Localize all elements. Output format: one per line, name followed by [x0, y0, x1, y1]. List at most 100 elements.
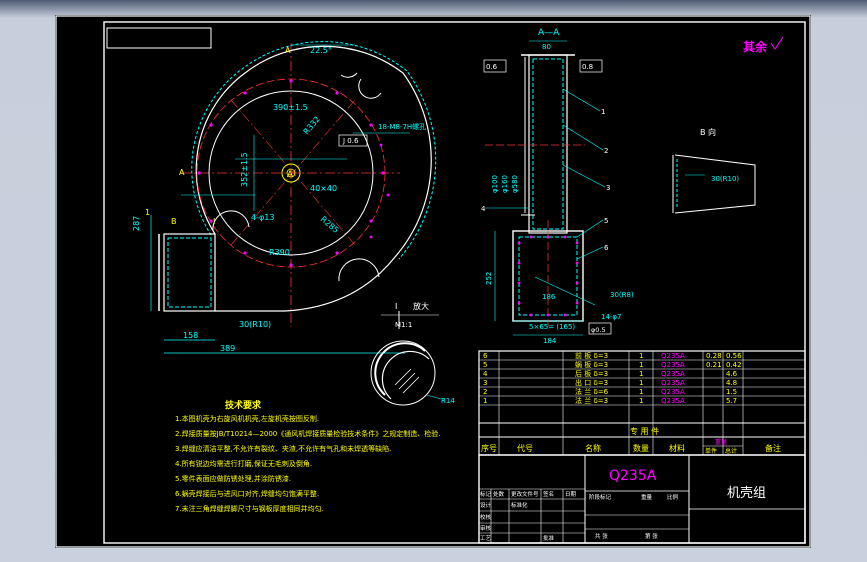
bom-header-unit: 单件 [705, 447, 717, 455]
bom-row-5-unit: 0.21 [706, 361, 722, 369]
bom-row-3-mat: Q235A [661, 379, 685, 387]
dim-352: 352±1.5 [240, 152, 249, 187]
bom-rows: 6 前 板 δ=3 1 Q235A 0.28 0.56 5 蜗 板 δ=3 1 … [481, 351, 781, 455]
tb-label-date: 日期 [565, 491, 577, 498]
bom-row-3-name: 出 口 δ=3 [575, 378, 608, 387]
bom-header-material: 材料 [669, 443, 685, 453]
bom-row-6-unit: 0.28 [706, 352, 722, 360]
tech-req-6: 6.蜗壳焊接后与进风口对齐,焊缝均匀饱满平整. [175, 489, 319, 498]
drawing-sheet: A 22.5° 390±1.5 R332 352±1.5 40×40 4-φ13… [55, 15, 811, 548]
dim-14-phi7: 14-φ7 [601, 313, 622, 321]
bom-row-1-mat: Q235A [661, 397, 685, 405]
tolerance-box-j: J 0.6 [342, 137, 359, 145]
tech-req-title: 技术要求 [225, 399, 262, 411]
tb-label-sign: 签名 [543, 490, 554, 498]
bom-row-5-mat: Q235A [661, 361, 685, 369]
tb-label-change: 更改文件号 [511, 490, 539, 498]
label-a-top: A [285, 46, 291, 55]
label-a-center: A [287, 170, 294, 180]
tech-req-5: 5.零件表面应做防锈处理,并涂防锈漆. [175, 474, 291, 483]
title-part-name: 机壳组 [727, 486, 766, 501]
bom-row-5-qty: 1 [639, 361, 643, 369]
tb-label-total-sheets: 共 张 [595, 532, 608, 540]
bom-row-4-no: 4 [483, 370, 488, 378]
dim-18-m8: 18-M8-7H螺孔 [378, 122, 426, 131]
bom-header-total: 总计 [725, 447, 737, 455]
dim-30-r8: 30(R8) [610, 291, 634, 299]
bom-header-remark: 备注 [765, 443, 781, 453]
tech-req-7: 7.未注三角焊缝焊脚尺寸与钢板厚度相同并均匀. [175, 504, 324, 513]
detail-ratio: M1:1 [395, 321, 412, 329]
detail-r14: R14 [441, 397, 455, 405]
tb-label-stage: 阶段标记 [589, 493, 612, 501]
bom-row-1-no: 1 [483, 397, 487, 405]
dim-252: 252 [485, 272, 493, 285]
dim-186: 186 [542, 293, 556, 301]
dim-5x65: 5×65= (165) [529, 323, 575, 331]
tb-label-mark: 标记 [480, 490, 492, 498]
bom-row-3-qty: 1 [639, 379, 643, 387]
bom-header-weight: 重量 [715, 438, 727, 446]
tb-label-count: 处数 [493, 490, 505, 498]
tb-label-std: 标准化 [511, 501, 528, 509]
dim-389: 389 [220, 344, 235, 353]
label-a-left: A [179, 168, 185, 177]
tb-label-process: 工艺 [480, 535, 492, 542]
balloon-6: 6 [604, 244, 609, 252]
tech-req-4: 4.所有锐边均需进行打磨,保证无毛刺及倒角. [175, 459, 312, 468]
bom-row-2-no: 2 [483, 388, 487, 396]
tb-label-sheet-no: 第 张 [645, 532, 658, 540]
bom-header-code: 代号 [517, 443, 533, 453]
view-b [672, 154, 756, 214]
tech-req-3: 3.焊缝应清洁平整,不允许有裂纹、夹渣,不允许有气孔和未焊透等缺陷. [175, 444, 391, 453]
bom-row-6-no: 6 [483, 352, 488, 360]
dim-phi580: φ580 [511, 175, 519, 193]
dim-r390: R390 [269, 248, 290, 257]
dim-40x40: 40×40 [310, 184, 337, 193]
tb-label-design: 设计 [480, 501, 492, 509]
tb-label-review: 审核 [480, 524, 492, 532]
label-1-main: 1 [145, 208, 150, 217]
label-i-main: I [213, 217, 215, 226]
bom-row-1-qty: 1 [639, 397, 643, 405]
bom-header-no: 序号 [481, 443, 497, 453]
balloon-3: 3 [606, 184, 610, 192]
bom-row-2-total: 1.5 [726, 388, 737, 396]
finish-mark: 其余 [743, 39, 768, 54]
dim-phi160: φ160 [501, 175, 509, 193]
dim-bolt-circle: 390±1.5 [273, 103, 308, 112]
bom-row-1-name: 法 兰 δ=3 [575, 396, 608, 405]
detail-scale: 放大 [413, 301, 429, 311]
tolerance-box-1: 0.6 [486, 63, 498, 71]
title-block-labels: 标记 处数 更改文件号 签名 日期 设计 标准化 校核 审核 工艺 批准 阶段标… [480, 490, 679, 542]
tech-req-2: 2.焊接质量按JB/T10214—2000《通风机焊接质量检验技术条件》之规定制… [175, 429, 441, 438]
dim-r332: R332 [302, 115, 322, 137]
bom-row-3-total: 4.8 [726, 379, 737, 387]
bom-header-qty: 数量 [633, 443, 649, 453]
dim-80: 80 [542, 43, 551, 51]
bom-row-4-total: 4.6 [726, 370, 738, 378]
bom-row-5-no: 5 [483, 361, 487, 369]
outer-border [55, 15, 811, 548]
code-box [106, 27, 212, 49]
cad-viewport[interactable]: A 22.5° 390±1.5 R332 352±1.5 40×40 4-φ13… [0, 0, 867, 562]
bom-row-2-name: 法 兰 δ=6 [575, 387, 609, 396]
bom-row-3-no: 3 [483, 379, 487, 387]
dim-30-r10-b: 30(R10) [711, 175, 739, 183]
label-b-main: B [171, 217, 177, 226]
dim-30-r10: 30(R10) [239, 320, 271, 329]
bom-row-1-total: 5.7 [726, 397, 737, 405]
view-b-title: B 向 [700, 127, 716, 137]
tolerance-box-2: 0.8 [582, 63, 593, 71]
bom-row-4-mat: Q235A [661, 370, 685, 378]
balloon-4: 4 [481, 205, 486, 213]
bom-row-6-total: 0.56 [726, 352, 742, 360]
dim-4-phi13: 4-φ13 [251, 213, 274, 222]
dim-r285: R285 [319, 215, 341, 235]
title-material: Q235A [609, 468, 657, 484]
tb-label-scale: 比例 [667, 493, 679, 501]
angle-dimension: 22.5° [310, 46, 332, 55]
dim-184: 184 [543, 337, 557, 345]
bom-section-label: 专 用 件 [630, 426, 659, 436]
balloon-2: 2 [604, 147, 608, 155]
